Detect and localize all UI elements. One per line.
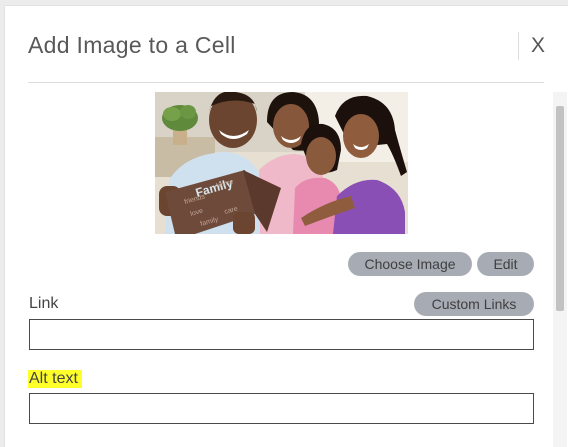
alt-text-input[interactable] bbox=[29, 393, 534, 424]
scrollbar-thumb[interactable] bbox=[556, 106, 564, 311]
dialog-title: Add Image to a Cell bbox=[28, 32, 236, 58]
link-label: Link bbox=[29, 295, 59, 312]
alt-text-label: Alt text bbox=[28, 370, 82, 388]
add-image-dialog: Add Image to a Cell X friends love Famil… bbox=[4, 5, 568, 447]
title-divider bbox=[518, 32, 519, 60]
family-photo: friends love Family family home care bbox=[155, 92, 408, 234]
choose-image-button[interactable]: Choose Image bbox=[348, 252, 472, 276]
link-input[interactable] bbox=[29, 319, 534, 350]
image-preview: friends love Family family home care bbox=[155, 92, 408, 234]
scrollbar[interactable] bbox=[553, 92, 567, 447]
edit-button[interactable]: Edit bbox=[477, 252, 534, 276]
custom-links-button[interactable]: Custom Links bbox=[414, 292, 534, 316]
close-button[interactable]: X bbox=[531, 34, 545, 58]
header-divider bbox=[28, 82, 544, 83]
